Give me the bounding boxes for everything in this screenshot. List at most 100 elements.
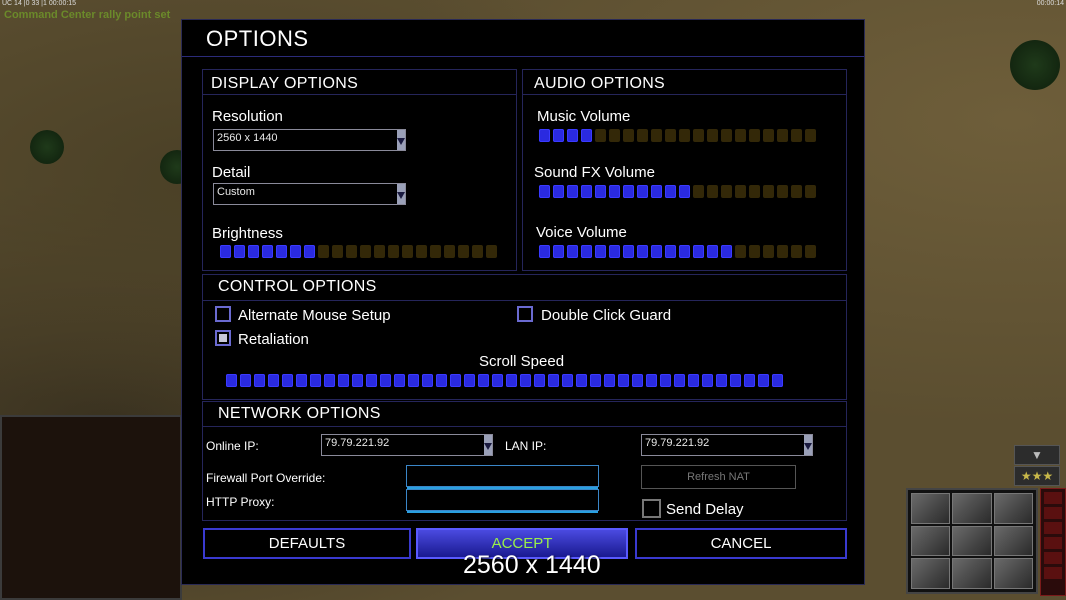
slider-segment[interactable]: [539, 129, 550, 142]
slider-segment[interactable]: [623, 245, 634, 258]
unit-icon[interactable]: [952, 493, 992, 524]
slider-segment[interactable]: [735, 245, 746, 258]
resolution-select[interactable]: 2560 x 1440: [213, 129, 406, 151]
slider-segment[interactable]: [567, 185, 578, 198]
slider-segment[interactable]: [688, 374, 699, 387]
slider-segment[interactable]: [721, 185, 732, 198]
http-proxy-input[interactable]: [406, 489, 599, 513]
slider-segment[interactable]: [637, 185, 648, 198]
slider-segment[interactable]: [346, 245, 357, 258]
slider-segment[interactable]: [730, 374, 741, 387]
slider-segment[interactable]: [304, 245, 315, 258]
detail-select[interactable]: Custom: [213, 183, 406, 205]
slider-segment[interactable]: [240, 374, 251, 387]
slider-segment[interactable]: [458, 245, 469, 258]
send-delay-checkbox[interactable]: [642, 499, 661, 518]
slider-segment[interactable]: [791, 185, 802, 198]
slider-segment[interactable]: [758, 374, 769, 387]
slider-segment[interactable]: [763, 185, 774, 198]
slider-segment[interactable]: [777, 129, 788, 142]
slider-segment[interactable]: [749, 185, 760, 198]
brightness-slider[interactable]: [220, 245, 497, 258]
slider-segment[interactable]: [352, 374, 363, 387]
slider-segment[interactable]: [777, 245, 788, 258]
slider-segment[interactable]: [506, 374, 517, 387]
slider-segment[interactable]: [436, 374, 447, 387]
slider-segment[interactable]: [581, 129, 592, 142]
slider-segment[interactable]: [674, 374, 685, 387]
slider-segment[interactable]: [416, 245, 427, 258]
firewall-port-input[interactable]: [406, 465, 599, 489]
unit-icon[interactable]: [993, 525, 1033, 557]
slider-segment[interactable]: [268, 374, 279, 387]
slider-segment[interactable]: [665, 129, 676, 142]
slider-segment[interactable]: [226, 374, 237, 387]
slider-segment[interactable]: [539, 185, 550, 198]
slider-segment[interactable]: [721, 129, 732, 142]
slider-segment[interactable]: [318, 245, 329, 258]
online-ip-select[interactable]: 79.79.221.92: [321, 434, 493, 456]
slider-segment[interactable]: [394, 374, 405, 387]
slider-segment[interactable]: [234, 245, 245, 258]
slider-segment[interactable]: [660, 374, 671, 387]
slider-segment[interactable]: [576, 374, 587, 387]
slider-segment[interactable]: [632, 374, 643, 387]
slider-segment[interactable]: [262, 245, 273, 258]
slider-segment[interactable]: [679, 185, 690, 198]
unit-icon[interactable]: [993, 558, 1033, 589]
slider-segment[interactable]: [254, 374, 265, 387]
slider-segment[interactable]: [595, 129, 606, 142]
voice-volume-slider[interactable]: [539, 245, 816, 258]
lan-ip-select[interactable]: 79.79.221.92: [641, 434, 813, 456]
slider-segment[interactable]: [539, 245, 550, 258]
double-click-guard-checkbox[interactable]: [517, 306, 533, 322]
slider-segment[interactable]: [665, 185, 676, 198]
slider-segment[interactable]: [679, 129, 690, 142]
slider-segment[interactable]: [791, 245, 802, 258]
music-volume-slider[interactable]: [539, 129, 816, 142]
slider-segment[interactable]: [707, 245, 718, 258]
slider-segment[interactable]: [548, 374, 559, 387]
slider-segment[interactable]: [402, 245, 413, 258]
slider-segment[interactable]: [388, 245, 399, 258]
slider-segment[interactable]: [581, 185, 592, 198]
slider-segment[interactable]: [430, 245, 441, 258]
slider-segment[interactable]: [595, 245, 606, 258]
slider-segment[interactable]: [772, 374, 783, 387]
slider-segment[interactable]: [707, 129, 718, 142]
slider-segment[interactable]: [777, 185, 788, 198]
slider-segment[interactable]: [444, 245, 455, 258]
slider-segment[interactable]: [604, 374, 615, 387]
slider-segment[interactable]: [623, 185, 634, 198]
slider-segment[interactable]: [744, 374, 755, 387]
slider-segment[interactable]: [637, 245, 648, 258]
slider-segment[interactable]: [595, 185, 606, 198]
slider-segment[interactable]: [472, 245, 483, 258]
slider-segment[interactable]: [478, 374, 489, 387]
slider-segment[interactable]: [707, 185, 718, 198]
alt-mouse-checkbox[interactable]: [215, 306, 231, 322]
unit-icon[interactable]: [952, 525, 992, 557]
slider-segment[interactable]: [665, 245, 676, 258]
slider-segment[interactable]: [618, 374, 629, 387]
chevron-down-icon[interactable]: [397, 130, 405, 150]
slider-segment[interactable]: [332, 245, 343, 258]
slider-segment[interactable]: [338, 374, 349, 387]
slider-segment[interactable]: [651, 245, 662, 258]
slider-segment[interactable]: [693, 245, 704, 258]
slider-segment[interactable]: [749, 245, 760, 258]
slider-segment[interactable]: [520, 374, 531, 387]
slider-segment[interactable]: [553, 245, 564, 258]
sfx-volume-slider[interactable]: [539, 185, 816, 198]
slider-segment[interactable]: [450, 374, 461, 387]
slider-segment[interactable]: [590, 374, 601, 387]
slider-segment[interactable]: [220, 245, 231, 258]
defaults-button[interactable]: DEFAULTS: [203, 528, 411, 559]
slider-segment[interactable]: [763, 129, 774, 142]
slider-segment[interactable]: [721, 245, 732, 258]
slider-segment[interactable]: [290, 245, 301, 258]
slider-segment[interactable]: [581, 245, 592, 258]
slider-segment[interactable]: [567, 245, 578, 258]
slider-segment[interactable]: [366, 374, 377, 387]
slider-segment[interactable]: [553, 129, 564, 142]
